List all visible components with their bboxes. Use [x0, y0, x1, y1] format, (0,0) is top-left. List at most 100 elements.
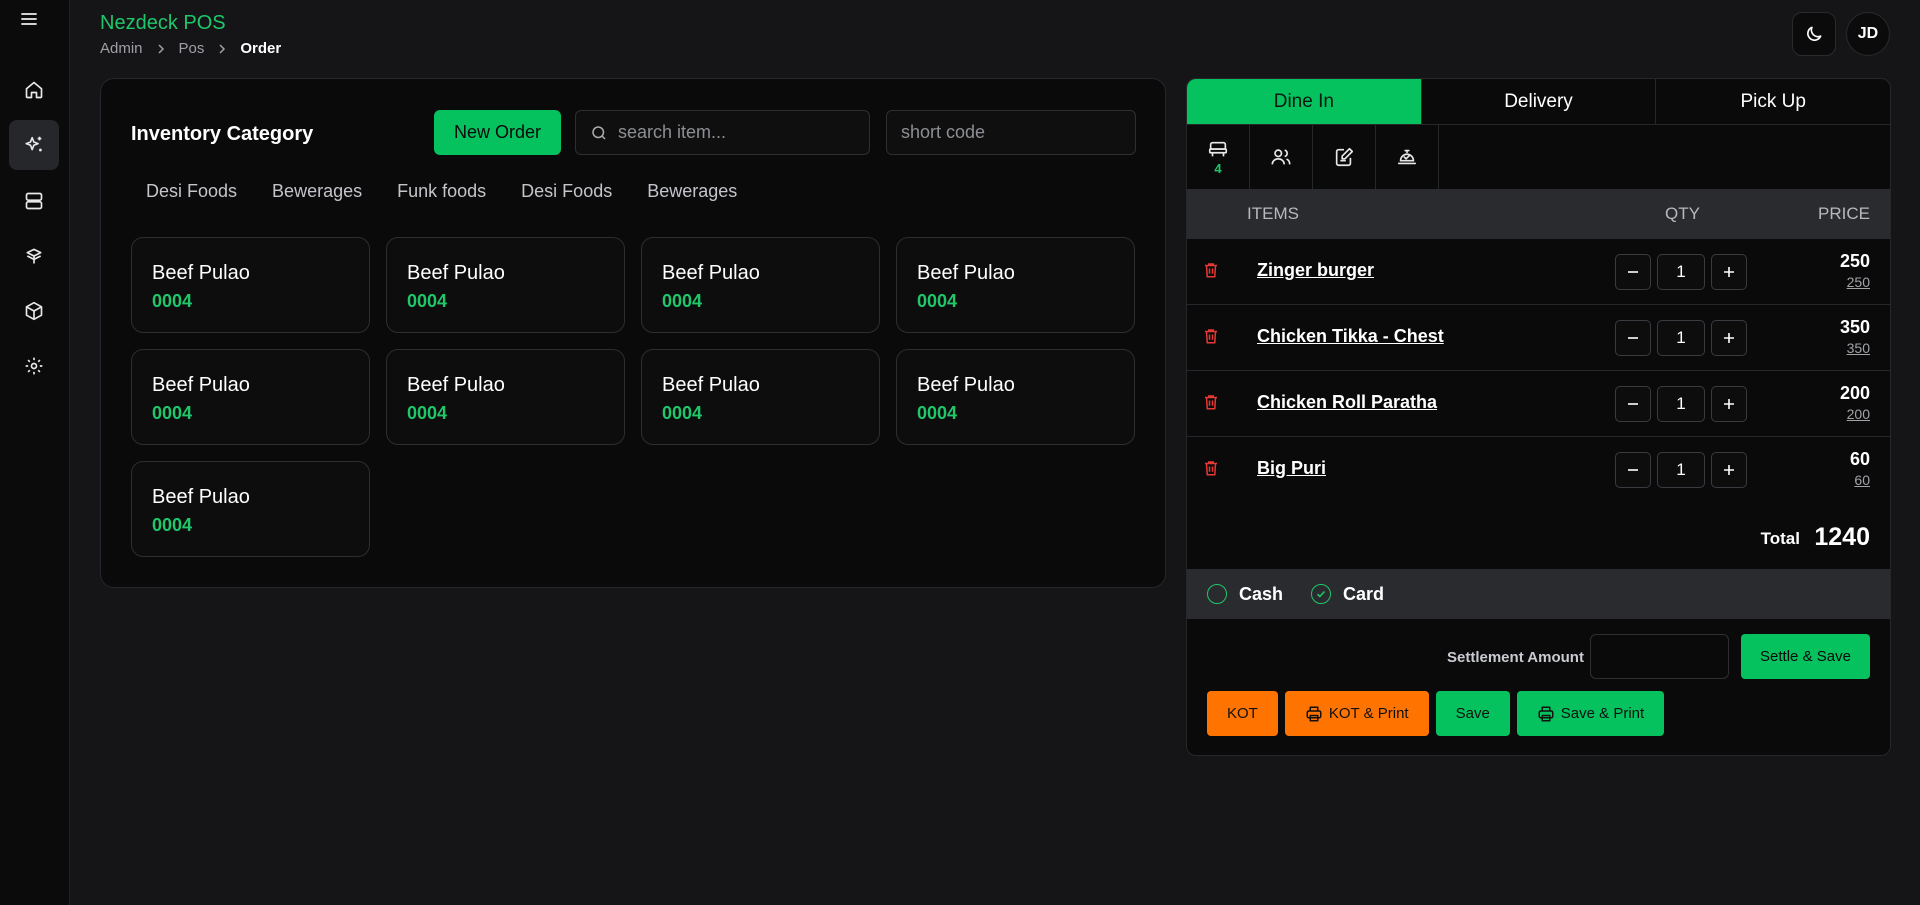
order-item-name[interactable]: Zinger burger [1257, 260, 1374, 281]
item-code: 0004 [152, 403, 193, 423]
settlement-label: Settlement Amount [1447, 649, 1584, 666]
line-total: 250 [1839, 251, 1870, 271]
increase-button[interactable] [1711, 386, 1747, 422]
minus-icon [1626, 397, 1640, 411]
trash-icon[interactable] [1202, 261, 1220, 279]
printer-icon [1537, 705, 1555, 723]
increase-button[interactable] [1711, 320, 1747, 356]
category-tab[interactable]: Bewerages [632, 176, 752, 206]
item-card[interactable]: Beef Pulao 0004 [896, 237, 1135, 333]
quantity-stepper: 1 [1615, 254, 1747, 290]
waiter-button[interactable] [1376, 125, 1439, 189]
kot-print-button[interactable]: KOT & Print [1284, 691, 1429, 736]
item-code: 0004 [662, 291, 703, 311]
quantity-stepper: 1 [1615, 386, 1747, 422]
quantity-value[interactable]: 1 [1657, 254, 1705, 290]
unit-price: 350 [1846, 340, 1870, 356]
order-tools: 4 [1187, 125, 1890, 189]
breadcrumb-admin[interactable]: Admin [100, 40, 143, 57]
column-qty: QTY [1665, 204, 1700, 223]
short-code-input[interactable] [901, 122, 1121, 143]
item-grid: Beef Pulao 0004 Beef Pulao 0004 Beef Pulao… [131, 237, 1135, 557]
order-note-button[interactable] [1313, 125, 1376, 189]
tab-pick-up[interactable]: Pick Up [1655, 79, 1890, 124]
quantity-value[interactable]: 1 [1657, 386, 1705, 422]
increase-button[interactable] [1711, 452, 1747, 488]
sidebar [0, 0, 70, 905]
unit-price: 60 [1854, 472, 1870, 488]
chevron-right-icon [216, 43, 228, 55]
save-button[interactable]: Save [1435, 691, 1510, 736]
order-table-header: ITEMS QTY PRICE [1187, 189, 1890, 239]
item-card[interactable]: Beef Pulao 0004 [641, 237, 880, 333]
order-item-name[interactable]: Chicken Roll Paratha [1257, 392, 1437, 413]
new-order-button[interactable]: New Order [434, 110, 561, 155]
tab-dine-in[interactable]: Dine In [1187, 79, 1421, 124]
theme-toggle-button[interactable] [1792, 12, 1836, 56]
increase-button[interactable] [1711, 254, 1747, 290]
payment-method: Cash Card [1187, 569, 1890, 619]
short-code-field [886, 110, 1136, 155]
trash-icon[interactable] [1202, 393, 1220, 411]
menu-icon[interactable] [20, 10, 44, 34]
settlement-amount-input[interactable] [1590, 634, 1729, 679]
quantity-value[interactable]: 1 [1657, 320, 1705, 356]
check-icon[interactable] [1311, 584, 1332, 604]
decrease-button[interactable] [1615, 452, 1651, 488]
category-tabs: Desi Foods Bewerages Funk foods Desi Foo… [131, 176, 752, 206]
item-card[interactable]: Beef Pulao 0004 [131, 237, 370, 333]
table-count-badge: 4 [1214, 160, 1222, 176]
table-select-button[interactable]: 4 [1187, 125, 1250, 189]
line-total: 200 [1839, 383, 1870, 403]
sidebar-item-pos[interactable] [9, 120, 59, 170]
row-price: 350 350 [1840, 317, 1870, 356]
kot-button[interactable]: KOT [1207, 691, 1278, 736]
item-card[interactable]: Beef Pulao 0004 [386, 349, 625, 445]
table-row: Zinger burger 1 250 250 [1187, 239, 1890, 305]
sidebar-item-settings[interactable] [9, 341, 59, 391]
sidebar-item-layers[interactable] [9, 231, 59, 281]
search-input[interactable] [618, 122, 855, 143]
payment-option-card[interactable]: Card [1311, 584, 1384, 605]
item-card[interactable]: Beef Pulao 0004 [386, 237, 625, 333]
category-tab[interactable]: Bewerages [257, 176, 377, 206]
users-icon [1270, 146, 1292, 168]
row-price: 60 60 [1850, 449, 1870, 488]
settle-save-button[interactable]: Settle & Save [1741, 634, 1870, 679]
home-icon [24, 80, 44, 100]
tab-delivery[interactable]: Delivery [1420, 79, 1656, 124]
server-icon [24, 191, 44, 211]
sidebar-item-server[interactable] [9, 176, 59, 226]
item-card[interactable]: Beef Pulao 0004 [131, 349, 370, 445]
order-type-tabs: Dine In Delivery Pick Up [1187, 79, 1890, 125]
category-tab[interactable]: Desi Foods [506, 176, 627, 206]
sidebar-item-inventory[interactable] [9, 286, 59, 336]
kot-print-label: KOT & Print [1328, 705, 1409, 722]
cash-label: Cash [1239, 583, 1284, 604]
row-price: 250 250 [1840, 251, 1870, 290]
decrease-button[interactable] [1615, 386, 1651, 422]
decrease-button[interactable] [1615, 254, 1651, 290]
order-item-name[interactable]: Big Puri [1257, 458, 1326, 479]
category-tab[interactable]: Desi Foods [131, 176, 252, 206]
inventory-panel: Inventory Category New Order Desi Foods … [100, 78, 1166, 588]
breadcrumb-pos[interactable]: Pos [179, 40, 205, 57]
radio-unchecked[interactable] [1207, 584, 1227, 604]
trash-icon[interactable] [1202, 327, 1220, 345]
item-card[interactable]: Beef Pulao 0004 [896, 349, 1135, 445]
item-code: 0004 [662, 403, 703, 423]
trash-icon[interactable] [1202, 459, 1220, 477]
customer-button[interactable] [1250, 125, 1313, 189]
decrease-button[interactable] [1615, 320, 1651, 356]
category-tab[interactable]: Funk foods [382, 176, 501, 206]
quantity-value[interactable]: 1 [1657, 452, 1705, 488]
item-card[interactable]: Beef Pulao 0004 [641, 349, 880, 445]
payment-option-cash[interactable]: Cash [1207, 584, 1283, 605]
item-card[interactable]: Beef Pulao 0004 [131, 461, 370, 557]
save-print-button[interactable]: Save & Print [1516, 691, 1665, 736]
avatar[interactable]: JD [1846, 12, 1890, 56]
note-edit-icon [1333, 146, 1355, 168]
item-code: 0004 [152, 515, 193, 535]
order-item-name[interactable]: Chicken Tikka - Chest [1257, 326, 1444, 347]
sidebar-item-home[interactable] [9, 65, 59, 115]
